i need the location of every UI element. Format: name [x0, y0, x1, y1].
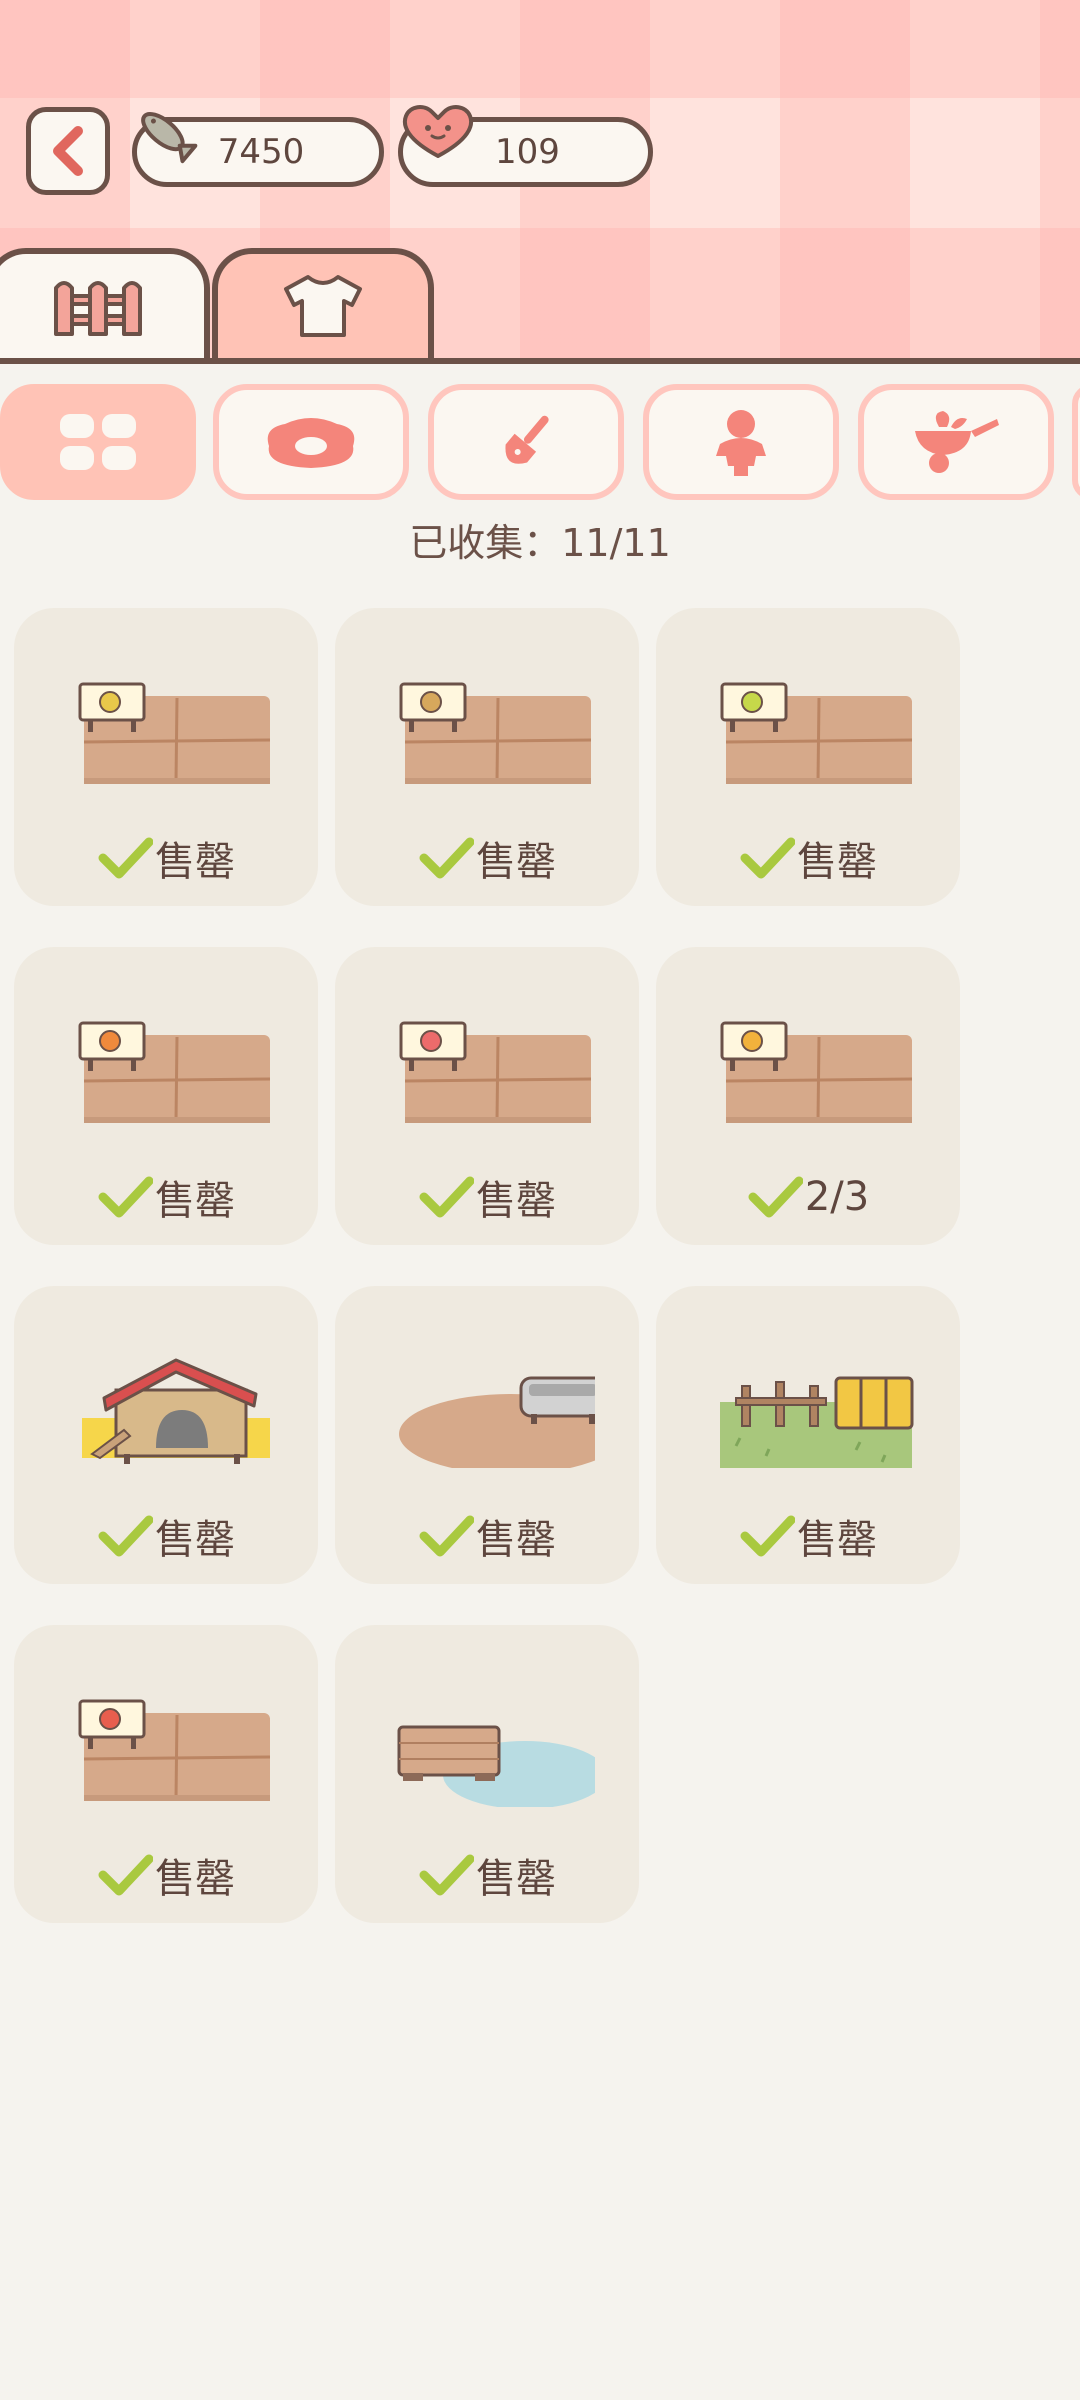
shovel-icon: [505, 415, 549, 464]
item-card[interactable]: 售罄: [14, 947, 318, 1245]
check-icon: [419, 1515, 474, 1557]
item-card[interactable]: 售罄: [335, 1286, 639, 1584]
item-status-label: 售罄: [155, 1856, 235, 1902]
check-icon: [740, 837, 795, 879]
category-tools[interactable]: [428, 384, 624, 500]
item-status-label: 2/3: [804, 1174, 870, 1220]
heart-icon: [402, 105, 474, 158]
back-button[interactable]: [26, 107, 110, 195]
item-status: 售罄: [14, 1847, 318, 1903]
item-status: 2/3: [656, 1169, 960, 1225]
check-icon: [98, 1854, 153, 1896]
farm-plot-image: [385, 999, 595, 1129]
chevron-left-icon: [53, 126, 83, 176]
item-status: 售罄: [335, 1847, 639, 1903]
farm-plot-image: [385, 660, 595, 790]
item-status: 售罄: [335, 1169, 639, 1225]
fish-count: 7450: [217, 132, 305, 172]
statue-icon: [716, 410, 766, 476]
grid-icon: [60, 414, 136, 470]
fish-icon: [141, 112, 198, 164]
check-icon: [748, 1176, 803, 1218]
item-card[interactable]: 售罄: [14, 608, 318, 906]
item-status: 售罄: [656, 830, 960, 886]
fence-icon: [54, 281, 142, 336]
item-status-label: 售罄: [155, 839, 235, 885]
item-card[interactable]: 售罄: [656, 608, 960, 906]
check-icon: [419, 1854, 474, 1896]
top-bar: 7450 109: [0, 0, 1080, 364]
item-card[interactable]: 售罄: [656, 1286, 960, 1584]
farm-plot-image: [64, 660, 274, 790]
item-status: 售罄: [335, 1508, 639, 1564]
coop-image: [64, 1338, 274, 1468]
check-icon: [98, 1515, 153, 1557]
heart-count: 109: [495, 132, 560, 172]
check-icon: [98, 1176, 153, 1218]
item-status-label: 售罄: [476, 1856, 556, 1902]
tab-furniture[interactable]: [0, 248, 210, 358]
item-status-label: 售罄: [155, 1178, 235, 1224]
category-decor[interactable]: [643, 384, 839, 500]
collected-counter: 已收集：11/11: [409, 521, 671, 565]
item-status: 售罄: [14, 1508, 318, 1564]
item-status-label: 售罄: [476, 1178, 556, 1224]
item-status: 售罄: [656, 1508, 960, 1564]
item-card[interactable]: 售罄: [335, 608, 639, 906]
item-card[interactable]: 售罄: [14, 1625, 318, 1923]
farm-plot-image: [64, 1677, 274, 1807]
item-card[interactable]: 2/3: [656, 947, 960, 1245]
check-icon: [740, 1515, 795, 1557]
wheelbarrow-icon: [915, 411, 999, 473]
item-status: 售罄: [14, 1169, 318, 1225]
item-status-label: 售罄: [797, 1517, 877, 1563]
category-more[interactable]: [1072, 384, 1080, 500]
item-status-label: 售罄: [797, 839, 877, 885]
tab-clothes[interactable]: [212, 248, 434, 358]
item-card[interactable]: 售罄: [335, 947, 639, 1245]
item-card[interactable]: 售罄: [335, 1625, 639, 1923]
pond-image: [385, 1677, 607, 1809]
check-icon: [98, 837, 153, 879]
bed-icon: [267, 418, 355, 468]
item-status: 售罄: [335, 830, 639, 886]
hay-field-image: [706, 1338, 916, 1468]
category-all[interactable]: [0, 384, 196, 500]
farm-plot-image: [64, 999, 274, 1129]
item-status-label: 售罄: [155, 1517, 235, 1563]
item-status-label: 售罄: [476, 1517, 556, 1563]
shirt-icon: [284, 275, 362, 337]
farm-plot-image: [706, 999, 916, 1129]
item-status: 售罄: [14, 830, 318, 886]
check-icon: [419, 837, 474, 879]
item-card[interactable]: 售罄: [14, 1286, 318, 1584]
category-farm[interactable]: [858, 384, 1054, 500]
item-status-label: 售罄: [476, 839, 556, 885]
category-bed[interactable]: [213, 384, 409, 500]
farm-plot-image: [706, 660, 916, 790]
trough-image: [385, 1338, 623, 1474]
check-icon: [419, 1176, 474, 1218]
